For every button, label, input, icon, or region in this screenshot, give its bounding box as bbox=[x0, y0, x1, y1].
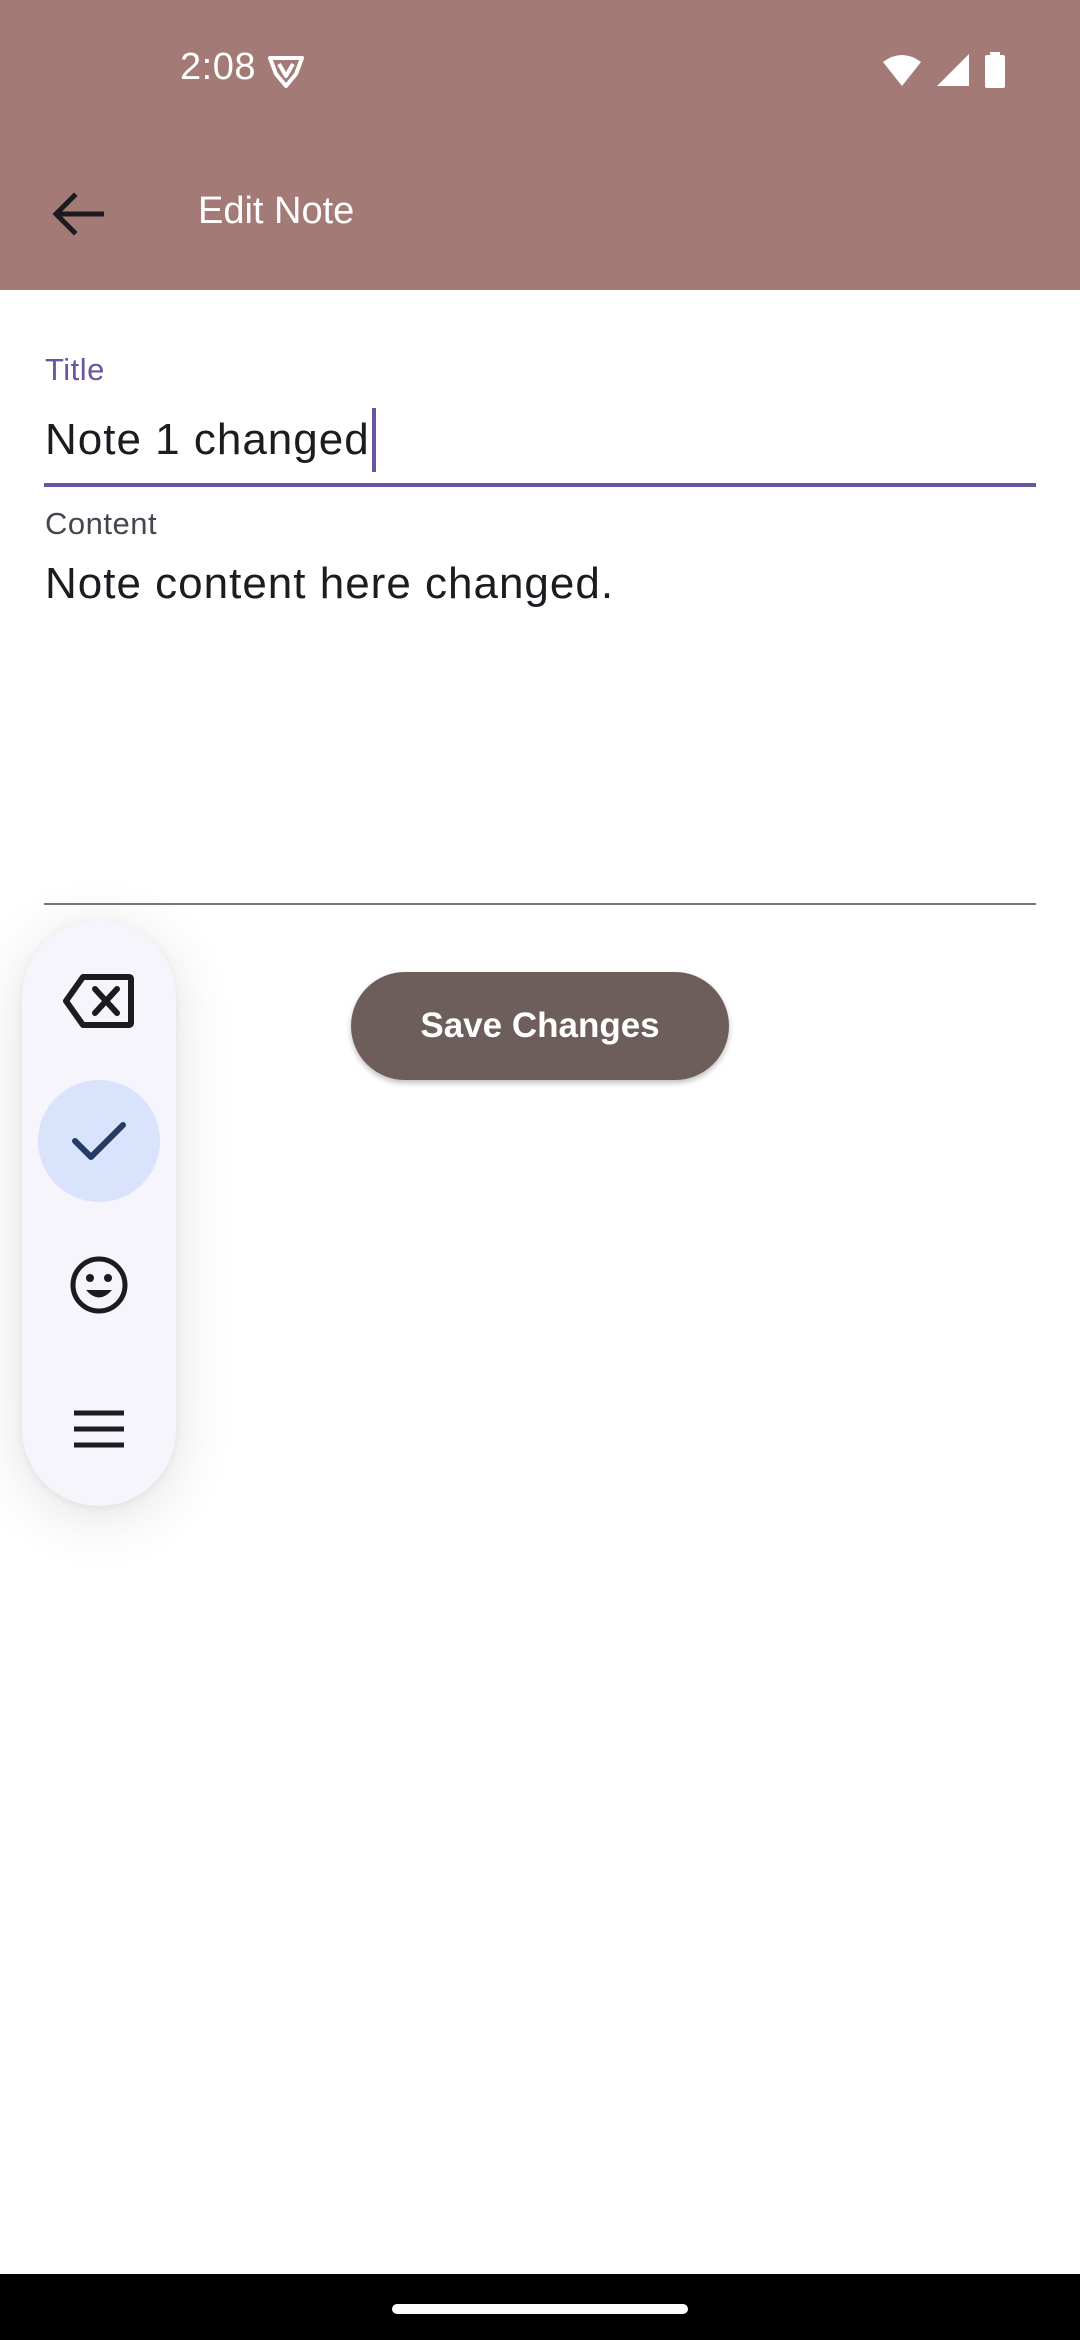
edit-note-screen: 2:08 Edit Note Title Note 1 changed Cont… bbox=[0, 0, 1080, 2340]
title-input-underline bbox=[44, 483, 1036, 487]
title-input[interactable]: Note 1 changed bbox=[45, 400, 1035, 480]
save-changes-button[interactable]: Save Changes bbox=[351, 972, 729, 1080]
status-icons bbox=[882, 52, 1006, 88]
wifi-icon bbox=[883, 55, 921, 86]
emoji-icon bbox=[70, 1256, 128, 1314]
title-input-value: Note 1 changed bbox=[45, 415, 370, 464]
title-label: Title bbox=[45, 352, 105, 387]
content-input-underline bbox=[44, 903, 1036, 905]
content-input[interactable]: Note content here changed. bbox=[45, 556, 1035, 896]
vpn-shield-icon bbox=[268, 56, 304, 88]
backspace-icon bbox=[63, 974, 134, 1028]
menu-icon bbox=[74, 1410, 124, 1448]
battery-icon bbox=[985, 52, 1005, 88]
page-title: Edit Note bbox=[198, 190, 355, 232]
back-button[interactable] bbox=[36, 172, 120, 256]
text-cursor bbox=[371, 408, 376, 472]
backspace-button[interactable] bbox=[38, 940, 160, 1062]
system-navigation-bar bbox=[0, 2274, 1080, 2340]
emoji-button[interactable] bbox=[38, 1224, 160, 1346]
content-label: Content bbox=[45, 506, 158, 541]
arrow-back-icon bbox=[52, 192, 104, 236]
floating-keyboard-toolbar bbox=[22, 920, 176, 1506]
status-time: 2:08 bbox=[180, 46, 256, 88]
home-gesture-handle[interactable] bbox=[392, 2304, 688, 2314]
done-button[interactable] bbox=[38, 1080, 160, 1202]
cellular-signal-icon bbox=[937, 54, 969, 86]
menu-button[interactable] bbox=[38, 1368, 160, 1490]
content-input-value: Note content here changed. bbox=[45, 559, 615, 608]
check-icon bbox=[72, 1122, 126, 1160]
app-bar: 2:08 Edit Note bbox=[0, 0, 1080, 290]
